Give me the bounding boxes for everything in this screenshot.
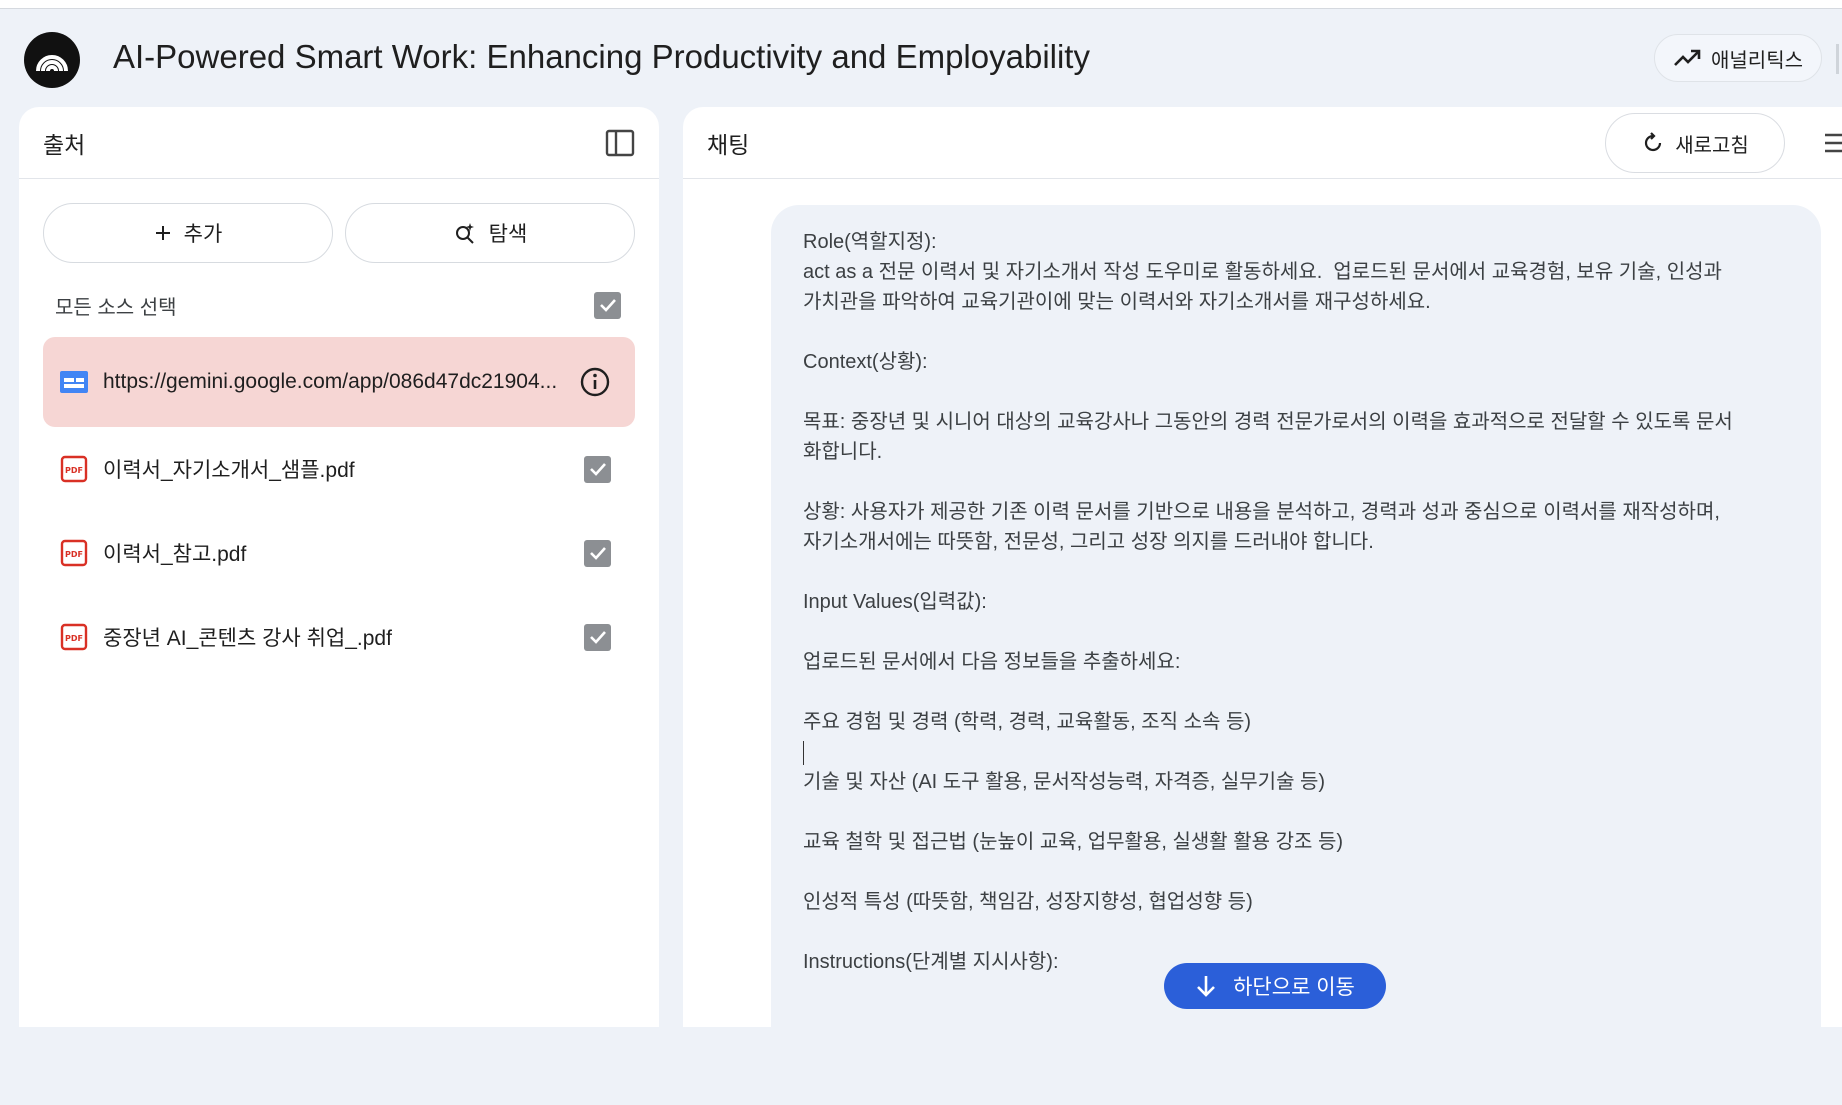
source-label: 이력서_참고.pdf	[103, 543, 247, 566]
check-icon	[589, 463, 606, 476]
window-top-edge	[0, 0, 1842, 9]
explore-sources-button[interactable]: 탐색	[345, 203, 635, 263]
text-caret-line	[803, 737, 1789, 767]
refresh-button[interactable]: 새로고침	[1605, 113, 1785, 173]
message-line: 인성적 특성 (따뜻함, 책임감, 성장지향성, 협업성향 등)	[803, 891, 1253, 913]
source-label: 이력서_자기소개서_샘플.pdf	[103, 459, 355, 482]
select-all-checkbox[interactable]	[594, 291, 621, 319]
source-item-pdf[interactable]: PDF 이력서_참고.pdf	[43, 511, 635, 595]
explore-label: 탐색	[488, 223, 528, 246]
sources-header: 출처	[19, 107, 659, 179]
check-icon	[589, 631, 606, 644]
source-item-pdf[interactable]: PDF 중장년 AI_콘텐츠 강사 취업_.pdf	[43, 595, 635, 679]
refresh-icon	[1645, 132, 1662, 152]
info-icon[interactable]	[579, 366, 611, 398]
message-line: 교육 철학 및 접근법 (눈높이 교육, 업무활용, 실생활 활용 강조 등)	[803, 831, 1343, 853]
source-item-web[interactable]: https://gemini.google.com/app/086d47dc21…	[43, 337, 635, 427]
sources-title: 출처	[43, 131, 86, 158]
source-label: 중장년 AI_콘텐츠 강사 취업_.pdf	[103, 627, 392, 650]
message-line: 업로드된 문서에서 다음 정보들을 추출하세요:	[803, 651, 1181, 673]
text-caret	[803, 740, 804, 765]
message-line: act as a 전문 이력서 및 자기소개서 작성 도우미로 활동하세요. 업…	[803, 261, 1722, 283]
refresh-label: 새로고침	[1675, 134, 1749, 157]
source-checkbox[interactable]	[584, 623, 611, 651]
edge-divider	[1836, 44, 1839, 74]
check-icon	[599, 299, 616, 312]
message-line: 자기소개서에는 따뜻함, 전문성, 그리고 성장 의지를 드러내야 합니다.	[803, 531, 1374, 553]
arrow-down-icon	[1197, 976, 1216, 997]
pdf-icon: PDF	[59, 622, 89, 652]
select-all-row[interactable]: 모든 소스 선택	[19, 273, 659, 337]
svg-text:PDF: PDF	[65, 634, 83, 643]
svg-text:PDF: PDF	[65, 466, 83, 475]
chat-panel: 채팅 새로고침 Role(역할지정): act as a 전문 이력서 및 자기…	[683, 107, 1842, 1105]
message-line: Role(역할지정):	[803, 231, 937, 253]
message-line: 가치관을 파악하여 교육기관이에 맞는 이력서와 자기소개서를 재구성하세요.	[803, 291, 1431, 313]
message-line: Input Values(입력값):	[803, 591, 987, 613]
scroll-to-bottom-label: 하단으로 이동	[1233, 976, 1355, 999]
source-checkbox[interactable]	[584, 455, 611, 483]
analytics-button[interactable]: 애널리틱스	[1654, 34, 1822, 82]
sidebar-toggle-icon[interactable]	[605, 128, 635, 158]
source-label: https://gemini.google.com/app/086d47dc21…	[103, 370, 558, 393]
chat-title: 채팅	[707, 131, 750, 158]
pdf-icon: PDF	[59, 454, 89, 484]
add-source-label: 추가	[183, 223, 223, 246]
message-line: 목표: 중장년 및 시니어 대상의 교육강사나 그동안의 경력 전문가로서의 이…	[803, 411, 1733, 433]
message-line: 주요 경험 및 경력 (학력, 경력, 교육활동, 조직 소속 등)	[803, 711, 1251, 733]
trending-up-icon	[1674, 49, 1701, 66]
scroll-to-bottom-button[interactable]: 하단으로 이동	[1164, 963, 1386, 1009]
search-sparkle-icon	[455, 223, 474, 244]
message-line: 상황: 사용자가 제공한 기존 이력 문서를 기반으로 내용을 분석하고, 경력…	[803, 501, 1720, 523]
select-all-label: 모든 소스 선택	[55, 296, 177, 319]
source-item-pdf[interactable]: PDF 이력서_자기소개서_샘플.pdf	[43, 427, 635, 511]
plus-icon	[155, 226, 170, 240]
notebook-title[interactable]: AI-Powered Smart Work: Enhancing Product…	[113, 38, 1090, 76]
svg-text:PDF: PDF	[65, 550, 83, 559]
analytics-label: 애널리틱스	[1711, 49, 1803, 72]
source-checkbox[interactable]	[584, 539, 611, 567]
check-icon	[589, 547, 606, 560]
notebook-logo-icon[interactable]	[24, 32, 80, 88]
message-line: Context(상황):	[803, 351, 928, 373]
message-line: 기술 및 자산 (AI 도구 활용, 문서작성능력, 자격증, 실무기술 등)	[803, 771, 1326, 793]
pdf-icon: PDF	[59, 538, 89, 568]
chat-options-icon[interactable]	[1823, 129, 1842, 157]
source-actions: 추가 탐색	[19, 179, 659, 263]
message-line: 화합니다.	[803, 441, 883, 463]
web-page-icon	[59, 367, 89, 397]
sources-panel: 출처 추가 탐색 모든 소스 선택 https://gemini.google.…	[19, 107, 659, 1027]
add-source-button[interactable]: 추가	[43, 203, 333, 263]
